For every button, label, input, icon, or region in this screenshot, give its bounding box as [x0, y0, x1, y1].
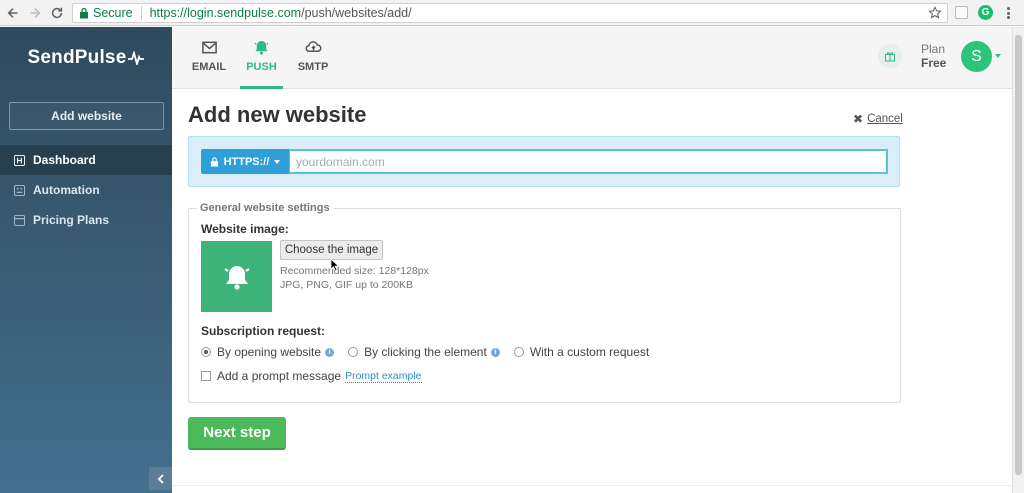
prompt-example-link[interactable]: Prompt example	[345, 370, 422, 383]
radio-label: By clicking the element	[364, 345, 487, 359]
caret-down-icon	[274, 159, 281, 164]
radio-label: With a custom request	[529, 345, 650, 359]
sidebar-item-dashboard[interactable]: Dashboard	[0, 145, 172, 175]
domain-panel: HTTPS://	[188, 136, 900, 187]
info-icon[interactable]: i	[490, 347, 500, 357]
page-scrollbar[interactable]	[1012, 27, 1024, 493]
radio-indicator	[348, 347, 359, 357]
tab-label: EMAIL	[191, 61, 227, 73]
scrollbar-thumb[interactable]	[1015, 35, 1022, 475]
plan-label: Plan	[921, 42, 946, 56]
sidebar-item-label: Dashboard	[33, 153, 96, 167]
formats-hint: JPG, PNG, GIF up to 200KB	[280, 279, 414, 291]
tab-push[interactable]: PUSH	[240, 27, 283, 89]
gift-icon	[885, 52, 895, 62]
info-icon[interactable]: i	[325, 347, 335, 357]
sidebar-item-pricing-plans[interactable]: Pricing Plans	[0, 205, 172, 235]
domain-input[interactable]	[289, 149, 888, 174]
subscription-request-label: Subscription request:	[201, 324, 326, 338]
mouse-cursor-icon	[330, 258, 340, 272]
pulse-logo-icon	[128, 51, 145, 65]
logo-text: SendPulse	[27, 47, 127, 68]
general-settings-panel: General website settings Website image: …	[188, 202, 901, 403]
settings-legend: General website settings	[197, 202, 333, 214]
plan-info[interactable]: Plan Free	[921, 42, 946, 70]
website-image-preview	[201, 241, 272, 312]
dashboard-icon	[14, 154, 25, 166]
protocol-label: HTTPS://	[223, 155, 270, 168]
radio-label: By opening website	[217, 345, 322, 359]
lock-icon	[210, 156, 218, 166]
browser-toolbar: Secure https://login.sendpulse.com/push/…	[0, 0, 1024, 26]
bell-icon	[254, 40, 269, 55]
address-separator	[140, 6, 142, 20]
tab-email[interactable]: EMAIL	[186, 27, 232, 89]
pricing-icon	[14, 214, 25, 226]
page-title: Add new website	[188, 102, 367, 127]
caret-down-icon[interactable]	[995, 54, 1001, 58]
radio-indicator	[201, 347, 211, 357]
chevron-left-icon	[157, 473, 164, 484]
close-icon: ✖	[853, 112, 864, 126]
grammarly-extension-icon[interactable]: G	[978, 5, 993, 20]
secure-indicator[interactable]: Secure	[79, 6, 133, 20]
radio-indicator	[513, 347, 524, 357]
extension-icon[interactable]	[955, 6, 968, 19]
divider	[172, 485, 1012, 486]
bell-icon	[223, 265, 250, 290]
sidebar: SendPulse Add website Dashboard Automati…	[0, 27, 172, 493]
secure-label: Secure	[93, 6, 133, 20]
radio-by-opening-website[interactable]: By opening website i	[201, 345, 335, 359]
reload-icon[interactable]	[48, 4, 66, 22]
avatar[interactable]: S	[961, 41, 992, 72]
cloud-upload-icon	[305, 41, 321, 53]
prompt-message-checkbox[interactable]	[201, 371, 211, 381]
prompt-message-label: Add a prompt message	[217, 369, 342, 383]
address-bar[interactable]: Secure https://login.sendpulse.com/push/…	[72, 3, 948, 23]
choose-image-button[interactable]: Choose the image	[280, 240, 383, 260]
url-host: https://login.sendpulse.com	[149, 6, 302, 20]
cancel-link[interactable]: ✖ Cancel	[853, 112, 903, 126]
gift-button[interactable]	[878, 44, 902, 68]
tab-label: PUSH	[246, 61, 277, 73]
sidebar-item-label: Automation	[33, 183, 100, 197]
star-icon[interactable]	[928, 6, 942, 20]
protocol-dropdown[interactable]: HTTPS://	[201, 149, 289, 174]
website-image-label: Website image:	[201, 222, 289, 236]
radio-by-clicking-element[interactable]: By clicking the element i	[348, 345, 500, 359]
next-step-button[interactable]: Next step	[188, 417, 286, 450]
recommended-size-hint: Recommended size: 128*128px	[280, 265, 429, 277]
subscription-options: By opening website i By clicking the ele…	[201, 345, 663, 359]
automation-icon	[14, 184, 25, 196]
radio-custom-request[interactable]: With a custom request	[513, 345, 650, 359]
sidebar-item-automation[interactable]: Automation	[0, 175, 172, 205]
browser-menu-icon[interactable]	[1003, 5, 1013, 21]
envelope-icon	[201, 41, 217, 54]
collapse-sidebar-button[interactable]	[149, 467, 172, 490]
tab-smtp[interactable]: SMTP	[290, 27, 336, 89]
sidebar-nav: Dashboard Automation Pricing Plans	[0, 145, 172, 235]
back-arrow-icon[interactable]	[4, 4, 22, 22]
forward-arrow-icon[interactable]	[26, 4, 44, 22]
add-website-button[interactable]: Add website	[9, 102, 164, 130]
sidebar-item-label: Pricing Plans	[33, 213, 110, 227]
logo[interactable]: SendPulse	[0, 27, 172, 89]
tab-label: SMTP	[297, 61, 329, 73]
lock-icon	[80, 7, 88, 19]
main-content: Add new website ✖ Cancel HTTPS:// Genera…	[172, 90, 1012, 493]
top-header: EMAIL PUSH SMTP Plan Free S	[172, 27, 1012, 89]
url-path: /push/websites/add/	[301, 6, 412, 20]
prompt-message-row: Add a prompt message Prompt example	[201, 369, 422, 383]
plan-value: Free	[921, 56, 947, 70]
cancel-label: Cancel	[867, 113, 903, 125]
